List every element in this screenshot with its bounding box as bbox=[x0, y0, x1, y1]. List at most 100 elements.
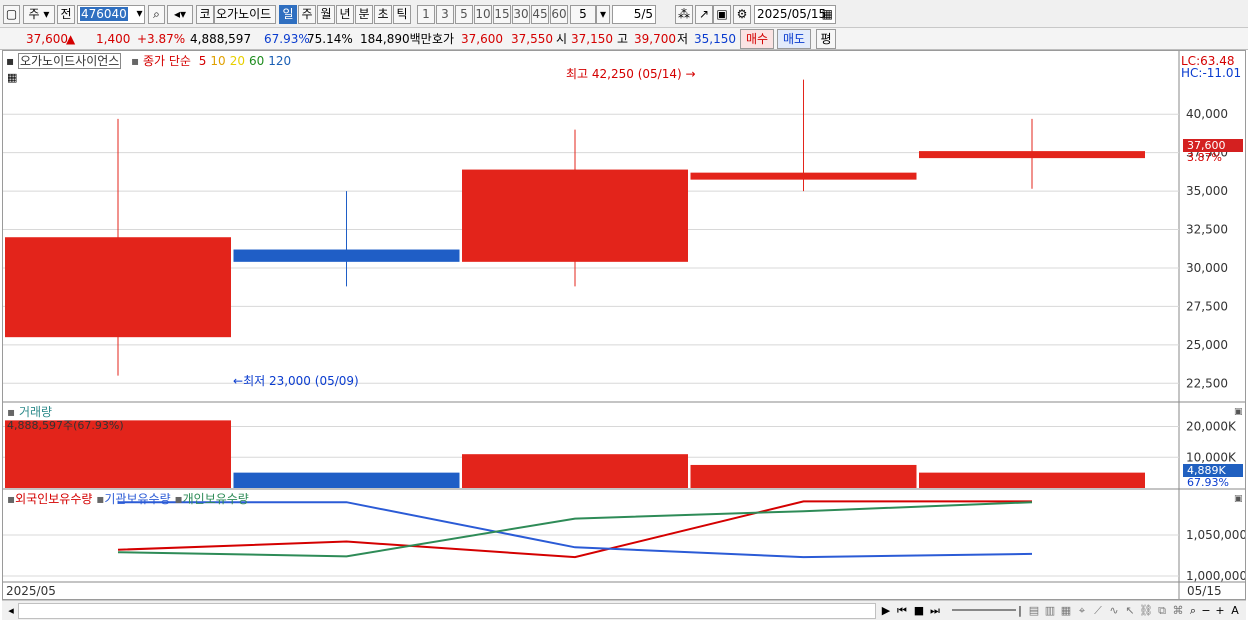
stop-icon[interactable]: ■ bbox=[912, 603, 926, 619]
ma-period-label: 10 bbox=[210, 54, 226, 68]
wave-icon[interactable]: ∿ bbox=[1107, 603, 1121, 619]
current-pct-tag: 3.87% bbox=[1187, 151, 1222, 164]
font-size-icon[interactable]: A bbox=[1229, 603, 1241, 619]
holdings-close-icon[interactable]: ▣ bbox=[1234, 492, 1243, 506]
period-button[interactable]: 주 bbox=[298, 5, 316, 24]
trend-icon[interactable]: ⟋ bbox=[1091, 603, 1105, 619]
price-tick-label: 30,000 bbox=[1186, 261, 1228, 275]
minute-button[interactable]: 15 bbox=[493, 5, 511, 24]
high-annotation-text: 최고 42,250 (05/14) bbox=[566, 67, 682, 81]
ma-period-label: 120 bbox=[268, 54, 292, 68]
window-split-icon[interactable]: ▥ bbox=[1043, 603, 1057, 619]
volume-bar bbox=[233, 472, 460, 488]
stock-name: 오가노이드 bbox=[214, 5, 276, 24]
volume-tick-label: 10,000K bbox=[1186, 450, 1237, 464]
quote-bar: 37,600 ▲ 1,400 +3.87% 4,888,597 67.93% 7… bbox=[0, 28, 1248, 50]
period-type-select[interactable]: 주 ▾ bbox=[23, 5, 55, 24]
zoom-out-icon[interactable]: − bbox=[1200, 603, 1212, 619]
legend-individual: 개인보유수량 bbox=[182, 492, 249, 506]
period-type-value: 주 bbox=[28, 7, 40, 21]
scroll-left-icon[interactable]: ◂ bbox=[5, 603, 17, 619]
link-chart-icon[interactable]: ⛓ bbox=[1139, 603, 1153, 619]
candle-body bbox=[690, 172, 917, 180]
layout-icon[interactable]: ▤ bbox=[1027, 603, 1041, 619]
stock-legend-label: ▪ 오가노이드사이언스 bbox=[6, 53, 122, 69]
count-chevron-icon[interactable]: ▾ bbox=[596, 5, 610, 24]
gear-icon[interactable]: ⚙ bbox=[733, 5, 751, 24]
tag-icon[interactable]: ⌘ bbox=[1171, 603, 1185, 619]
holdings-legend: ▪외국인보유수량 ▪기관보유수량 ▪개인보유수량 bbox=[7, 492, 249, 506]
candle-body bbox=[233, 249, 460, 262]
period-button[interactable]: 틱 bbox=[393, 5, 411, 24]
draw-icon[interactable]: ↗ bbox=[695, 5, 713, 24]
period-button[interactable]: 월 bbox=[317, 5, 335, 24]
ma-period-label: 5 bbox=[198, 54, 207, 68]
price-tick-label: 40,000 bbox=[1186, 107, 1228, 121]
period-button[interactable]: 분 bbox=[355, 5, 373, 24]
price-tick-label: 35,000 bbox=[1186, 184, 1228, 198]
period-button[interactable]: 일 bbox=[279, 5, 297, 24]
zoom-slider-handle[interactable]: | bbox=[1016, 603, 1024, 619]
zoom-slider[interactable] bbox=[952, 609, 1016, 611]
stock-legend-text: 오가노이드사이언스 bbox=[17, 53, 122, 69]
volume-readout: 4,888,597주(67.93%) bbox=[7, 419, 124, 432]
grid-icon[interactable]: ▦ bbox=[1059, 603, 1073, 619]
chevron-down-icon[interactable]: ▾ bbox=[133, 5, 146, 24]
page-indicator[interactable]: 5/5 bbox=[612, 5, 656, 24]
prev-button[interactable]: 전 bbox=[57, 5, 75, 24]
minute-button[interactable]: 10 bbox=[474, 5, 492, 24]
minute-button[interactable]: 45 bbox=[531, 5, 549, 24]
left-arrow-icon: ← bbox=[233, 374, 244, 388]
minute-button[interactable]: 1 bbox=[417, 5, 435, 24]
toolbar: ▢ 주 ▾ 전 476040 ▾ ⌕ ◂▾ 코 오가노이드 일주월년분초틱 13… bbox=[0, 0, 1248, 28]
link-icon[interactable]: ⁂ bbox=[675, 5, 693, 24]
window-icon[interactable]: ▢ bbox=[3, 5, 20, 24]
date-input[interactable]: 2025/05/15 ▦ bbox=[754, 5, 836, 24]
minute-button[interactable]: 5 bbox=[455, 5, 473, 24]
buy-button[interactable]: 매수 bbox=[740, 29, 774, 49]
crosshair-icon[interactable]: ⌖ bbox=[1075, 603, 1089, 619]
horizontal-scrollbar[interactable] bbox=[18, 603, 876, 619]
minute-button[interactable]: 30 bbox=[512, 5, 530, 24]
chart-area[interactable]: 40,000 37,500 35,000 32,500 30,000 27,500 25,0… bbox=[2, 50, 1246, 600]
high-annotation: 최고 42,250 (05/14) → bbox=[566, 67, 696, 81]
turnover: 75.14% bbox=[307, 32, 353, 46]
period-button[interactable]: 년 bbox=[336, 5, 354, 24]
play-icon[interactable]: ▶ bbox=[880, 603, 892, 619]
volume-close-icon[interactable]: ▣ bbox=[1234, 405, 1243, 419]
count-select[interactable]: 5 bbox=[570, 5, 596, 24]
volume-current-pct: 67.93% bbox=[1187, 476, 1229, 489]
minute-button[interactable]: 60 bbox=[550, 5, 568, 24]
cursor-icon[interactable]: ↖ bbox=[1123, 603, 1137, 619]
legend-institution: 기관보유수량 bbox=[104, 492, 171, 506]
holdings-line-foreign bbox=[117, 500, 1032, 559]
up-arrow-icon: ▲ bbox=[66, 32, 76, 46]
speaker-icon[interactable]: ◂▾ bbox=[167, 5, 193, 24]
low-value: 35,150 bbox=[694, 32, 736, 46]
low-label: 저 bbox=[677, 32, 689, 46]
save-icon[interactable]: ▣ bbox=[713, 5, 731, 24]
forward-icon[interactable]: ⏭ bbox=[928, 603, 942, 619]
volume-bar bbox=[690, 464, 917, 488]
avg-button[interactable]: 평 bbox=[816, 29, 836, 49]
zoom-icon[interactable]: ⌕ bbox=[1186, 603, 1200, 619]
market-badge: 코 bbox=[196, 5, 214, 24]
minute-button[interactable]: 3 bbox=[436, 5, 454, 24]
sell-button[interactable]: 매도 bbox=[777, 29, 811, 49]
high-label: 고 bbox=[617, 32, 629, 46]
holdings-tick-label: 1,000,000 bbox=[1186, 569, 1245, 583]
current-price: 37,600 bbox=[26, 32, 68, 46]
price-tick-label: 27,500 bbox=[1186, 299, 1228, 313]
price-tick-label: 25,000 bbox=[1186, 338, 1228, 352]
period-button[interactable]: 초 bbox=[374, 5, 392, 24]
calendar-icon[interactable]: ▦ bbox=[822, 6, 833, 23]
zoom-in-icon[interactable]: + bbox=[1214, 603, 1226, 619]
copy-icon[interactable]: ⧉ bbox=[1155, 603, 1169, 619]
code-value: 476040 bbox=[80, 7, 128, 21]
holdings-line-institution bbox=[118, 501, 1033, 559]
rewind-icon[interactable]: ⏮ bbox=[895, 603, 909, 619]
calculator-icon[interactable]: ▦ bbox=[7, 71, 17, 85]
open-label: 시 bbox=[556, 32, 568, 46]
search-icon[interactable]: ⌕ bbox=[148, 5, 165, 24]
low-annotation: ←최저 23,000 (05/09) bbox=[233, 374, 359, 388]
